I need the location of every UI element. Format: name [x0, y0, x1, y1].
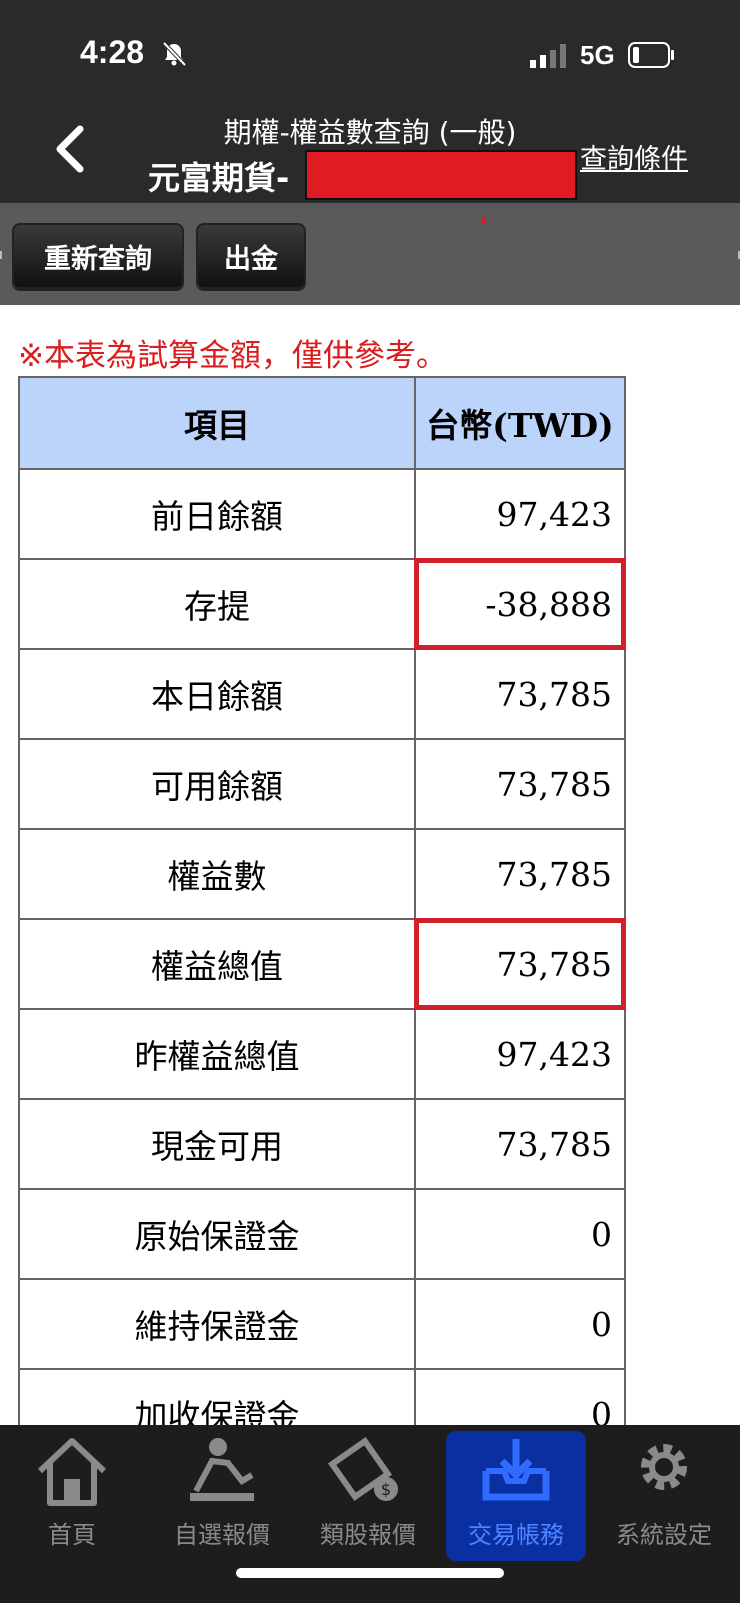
tab-watchlist[interactable]: 自選報價 [152, 1431, 292, 1561]
account-label: 元富期貨- [148, 159, 290, 197]
column-header-twd: 台幣(TWD) [414, 376, 626, 470]
table-row: 本日餘額 73,785 [18, 648, 626, 740]
status-time: 4:28 [80, 34, 145, 70]
query-conditions-link[interactable]: 查詢條件 [580, 137, 688, 176]
table-row: 現金可用 73,785 [18, 1098, 626, 1190]
table-row: 原始保證金 0 [18, 1188, 626, 1280]
inbox-download-icon [482, 1439, 550, 1501]
row-label: 權益數 [18, 828, 416, 920]
home-indicator[interactable] [236, 1568, 504, 1578]
home-icon [37, 1438, 107, 1506]
tab-label: 自選報價 [174, 1521, 270, 1549]
row-value: 73,785 [414, 738, 626, 830]
withdraw-button[interactable]: 出金 [196, 223, 306, 289]
table-row: 可用餘額 73,785 [18, 738, 626, 830]
tab-label: 系統設定 [616, 1521, 712, 1549]
table-row: 前日餘額 97,423 [18, 468, 626, 560]
tab-settings[interactable]: 系統設定 [594, 1431, 734, 1561]
row-value: 73,785 [414, 828, 626, 920]
tab-label: 首頁 [48, 1521, 96, 1549]
row-label: 本日餘額 [18, 648, 416, 740]
equity-table: 項目 台幣(TWD) 前日餘額 97,423 存提 -38,888 本日餘額 73,7… [18, 376, 626, 1460]
tab-sector-quotes[interactable]: $ 類股報價 [298, 1431, 438, 1561]
row-value: 97,423 [414, 1008, 626, 1100]
disclaimer-notice: ※本表為試算金額，僅供參考。 [18, 338, 447, 374]
row-value: 0 [414, 1278, 626, 1370]
column-header-item: 項目 [18, 376, 416, 470]
tab-home[interactable]: 首頁 [2, 1431, 142, 1561]
svg-text:$: $ [381, 1480, 391, 1499]
table-row: 維持保證金 0 [18, 1278, 626, 1370]
table-header-row: 項目 台幣(TWD) [18, 376, 626, 470]
table-row: 昨權益總值 97,423 [18, 1008, 626, 1100]
red-dot [481, 218, 486, 223]
row-value-highlighted: -38,888 [414, 558, 626, 650]
row-label: 權益總值 [18, 918, 416, 1010]
row-value: 73,785 [414, 1098, 626, 1190]
bell-muted-icon [162, 41, 187, 67]
row-value: 97,423 [414, 468, 626, 560]
status-bar: 4:28 5G [0, 0, 740, 95]
tab-label: 交易帳務 [468, 1521, 564, 1549]
row-value-highlighted: 73,785 [414, 918, 626, 1010]
right-edge-marker [732, 251, 740, 259]
signal-icon [530, 44, 566, 68]
row-label: 存提 [18, 558, 416, 650]
row-label: 維持保證金 [18, 1278, 416, 1370]
tab-trading-account[interactable]: 交易帳務 [446, 1431, 586, 1561]
requery-button[interactable]: 重新查詢 [12, 223, 184, 289]
toolbar: 重新查詢 出金 [0, 203, 740, 305]
film-coin-icon: $ [328, 1436, 398, 1502]
table-row: 權益總值 73,785 [18, 918, 626, 1010]
left-edge-marker [0, 251, 8, 259]
tab-label: 類股報價 [320, 1521, 416, 1549]
table-row: 存提 -38,888 [18, 558, 626, 650]
row-value: 73,785 [414, 648, 626, 740]
nav-bar: 期權-權益數查詢 (一般) 元富期貨- 查詢條件 [0, 95, 740, 203]
row-label: 原始保證金 [18, 1188, 416, 1280]
row-label: 前日餘額 [18, 468, 416, 560]
network-label: 5G [580, 40, 615, 70]
row-label: 昨權益總值 [18, 1008, 416, 1100]
row-value: 0 [414, 1188, 626, 1280]
person-chart-icon [190, 1438, 254, 1501]
gear-icon [641, 1444, 687, 1490]
row-label: 現金可用 [18, 1098, 416, 1190]
redacted-account [305, 150, 577, 200]
battery-icon [628, 42, 674, 68]
table-row: 權益數 73,785 [18, 828, 626, 920]
row-label: 可用餘額 [18, 738, 416, 830]
